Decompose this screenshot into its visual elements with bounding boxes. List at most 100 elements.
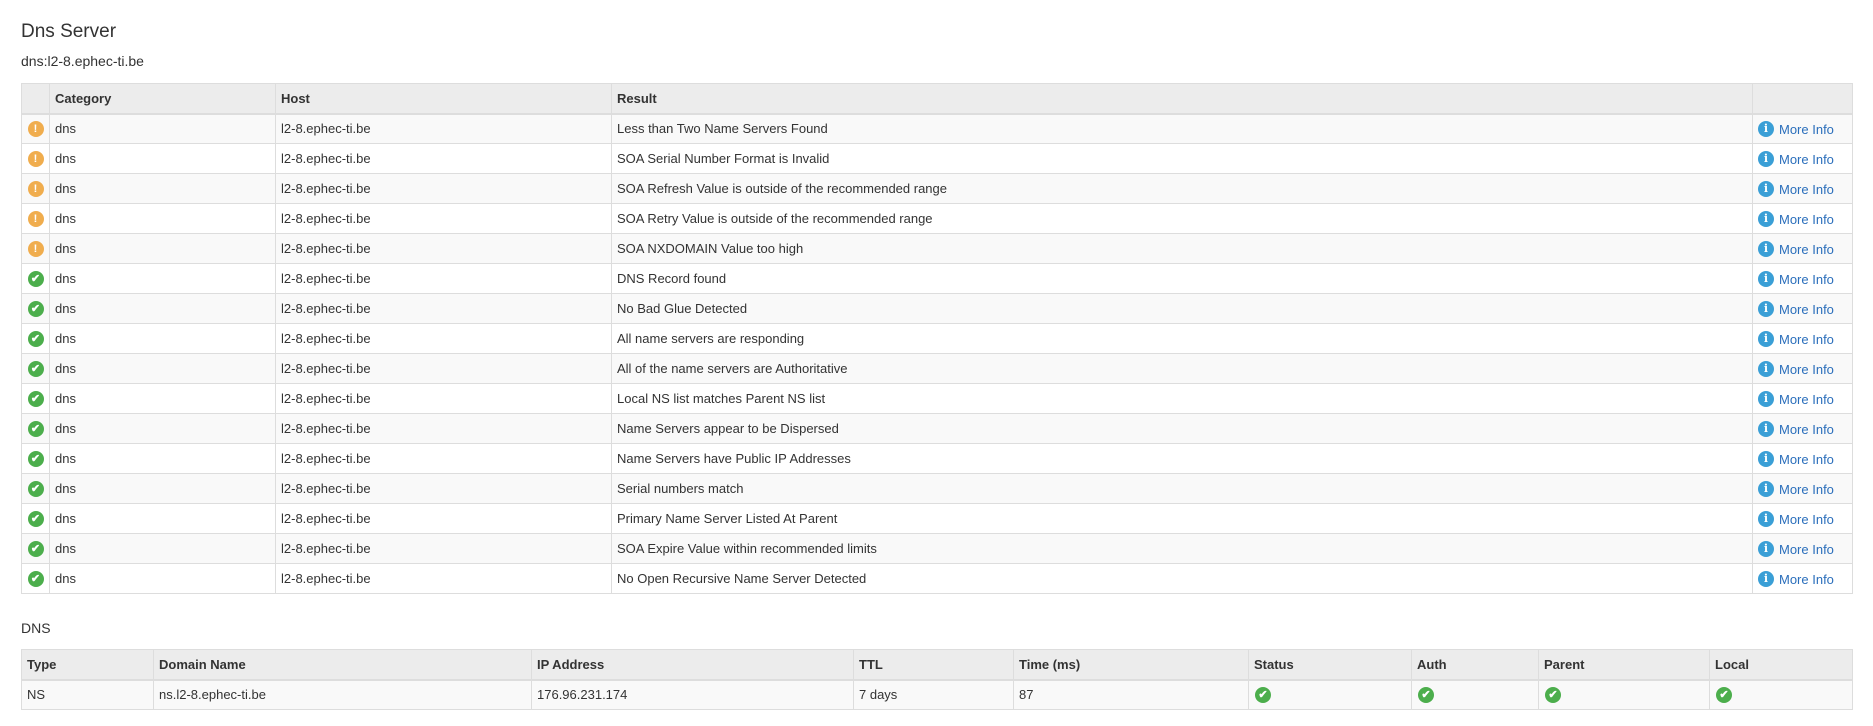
- more-info-label: More Info: [1779, 571, 1834, 587]
- more-info-label: More Info: [1779, 511, 1834, 527]
- host-cell: l2-8.ephec-ti.be: [275, 413, 612, 444]
- status-cell: ✔: [21, 293, 50, 324]
- host-cell: l2-8.ephec-ti.be: [275, 533, 612, 564]
- page-subtitle: dns:l2-8.ephec-ti.be: [21, 53, 144, 69]
- more-info-link[interactable]: i More Info: [1758, 151, 1834, 167]
- status-cell: !: [21, 173, 50, 204]
- host-cell: l2-8.ephec-ti.be: [275, 563, 612, 594]
- info-circle-icon: i: [1758, 361, 1774, 377]
- result-cell: Serial numbers match: [611, 473, 1753, 504]
- more-info-label: More Info: [1779, 271, 1834, 287]
- more-info-link[interactable]: i More Info: [1758, 571, 1834, 587]
- dns-type-cell: NS: [21, 679, 154, 710]
- category-cell: dns: [49, 563, 276, 594]
- more-info-label: More Info: [1779, 361, 1834, 377]
- more-info-link[interactable]: i More Info: [1758, 211, 1834, 227]
- info-circle-icon: i: [1758, 331, 1774, 347]
- info-circle-icon: i: [1758, 451, 1774, 467]
- results-table: Category Host Result ! dns l2-8.ephec-ti.b…: [21, 83, 1853, 594]
- dns-column-type: Type: [21, 649, 154, 681]
- results-body: ! dns l2-8.ephec-ti.be Less than Two Name S…: [21, 113, 1853, 594]
- category-cell: dns: [49, 533, 276, 564]
- check-circle-icon: ✔: [27, 270, 44, 287]
- status-cell: ✔: [21, 383, 50, 414]
- more-info-link[interactable]: i More Info: [1758, 301, 1834, 317]
- table-row: ✔ dns l2-8.ephec-ti.be Name Servers appear …: [21, 413, 1853, 444]
- status-cell: !: [21, 143, 50, 174]
- status-cell: ✔: [21, 413, 50, 444]
- more-info-link[interactable]: i More Info: [1758, 361, 1834, 377]
- info-circle-icon: i: [1758, 211, 1774, 227]
- results-header-row: Category Host Result: [21, 83, 1853, 115]
- column-header-host: Host: [275, 83, 612, 115]
- status-cell: ✔: [21, 353, 50, 384]
- result-cell: SOA Serial Number Format is Invalid: [611, 143, 1753, 174]
- category-cell: dns: [49, 203, 276, 234]
- more-info-label: More Info: [1779, 331, 1834, 347]
- table-row: ! dns l2-8.ephec-ti.be SOA NXDOMAIN Value t…: [21, 233, 1853, 264]
- status-cell: !: [21, 203, 50, 234]
- more-info-link[interactable]: i More Info: [1758, 121, 1834, 138]
- dns-table: Type Domain Name IP Address TTL Time (ms…: [21, 649, 1853, 710]
- check-circle-icon: ✔: [27, 420, 44, 437]
- dns-column-domain: Domain Name: [153, 649, 532, 681]
- host-cell: l2-8.ephec-ti.be: [275, 353, 612, 384]
- info-circle-icon: i: [1758, 391, 1774, 407]
- host-cell: l2-8.ephec-ti.be: [275, 503, 612, 534]
- more-info-link[interactable]: i More Info: [1758, 421, 1834, 437]
- dns-column-ttl: TTL: [853, 649, 1014, 681]
- more-info-cell: i More Info: [1752, 233, 1853, 264]
- more-info-label: More Info: [1779, 241, 1834, 257]
- dns-ttl-cell: 7 days: [853, 679, 1014, 710]
- result-cell: SOA NXDOMAIN Value too high: [611, 233, 1753, 264]
- info-circle-icon: i: [1758, 511, 1774, 527]
- more-info-label: More Info: [1779, 421, 1834, 437]
- more-info-link[interactable]: i More Info: [1758, 541, 1834, 557]
- info-circle-icon: i: [1758, 151, 1774, 167]
- more-info-label: More Info: [1779, 211, 1834, 227]
- more-info-label: More Info: [1779, 121, 1834, 137]
- host-cell: l2-8.ephec-ti.be: [275, 293, 612, 324]
- more-info-link[interactable]: i More Info: [1758, 511, 1834, 527]
- more-info-link[interactable]: i More Info: [1758, 241, 1834, 257]
- check-circle-icon: ✔: [27, 510, 44, 527]
- result-cell: DNS Record found: [611, 263, 1753, 294]
- result-cell: All of the name servers are Authoritativ…: [611, 353, 1753, 384]
- column-header-category: Category: [49, 83, 276, 115]
- dns-ip-cell: 176.96.231.174: [531, 679, 854, 710]
- info-circle-icon: i: [1758, 301, 1774, 317]
- category-cell: dns: [49, 293, 276, 324]
- more-info-link[interactable]: i More Info: [1758, 481, 1834, 497]
- check-circle-icon: ✔: [27, 450, 44, 467]
- dns-body: NS ns.l2-8.ephec-ti.be 176.96.231.174 7 day…: [21, 679, 1853, 710]
- status-cell: ✔: [21, 443, 50, 474]
- more-info-link[interactable]: i More Info: [1758, 391, 1834, 407]
- host-cell: l2-8.ephec-ti.be: [275, 323, 612, 354]
- host-cell: l2-8.ephec-ti.be: [275, 473, 612, 504]
- more-info-label: More Info: [1779, 301, 1834, 317]
- more-info-cell: i More Info: [1752, 113, 1853, 144]
- table-row: ✔ dns l2-8.ephec-ti.be All name servers are…: [21, 323, 1853, 354]
- more-info-link[interactable]: i More Info: [1758, 331, 1834, 347]
- more-info-link[interactable]: i More Info: [1758, 451, 1834, 467]
- column-header-more-info: [1752, 83, 1853, 115]
- more-info-cell: i More Info: [1752, 443, 1853, 474]
- more-info-link[interactable]: i More Info: [1758, 181, 1834, 197]
- exclamation-circle-icon: !: [27, 150, 44, 167]
- exclamation-circle-icon: !: [27, 180, 44, 197]
- info-circle-icon: i: [1758, 181, 1774, 197]
- column-header-result: Result: [611, 83, 1753, 115]
- dns-column-local: Local: [1709, 649, 1853, 681]
- check-circle-icon: ✔: [27, 330, 44, 347]
- category-cell: dns: [49, 263, 276, 294]
- category-cell: dns: [49, 383, 276, 414]
- result-cell: SOA Expire Value within recommended limi…: [611, 533, 1753, 564]
- host-cell: l2-8.ephec-ti.be: [275, 443, 612, 474]
- more-info-link[interactable]: i More Info: [1758, 271, 1834, 287]
- dns-time-cell: 87: [1013, 679, 1249, 710]
- more-info-cell: i More Info: [1752, 413, 1853, 444]
- column-header-status: [21, 83, 50, 115]
- result-cell: No Bad Glue Detected: [611, 293, 1753, 324]
- category-cell: dns: [49, 113, 276, 144]
- dns-local-cell: ✔: [1709, 679, 1853, 710]
